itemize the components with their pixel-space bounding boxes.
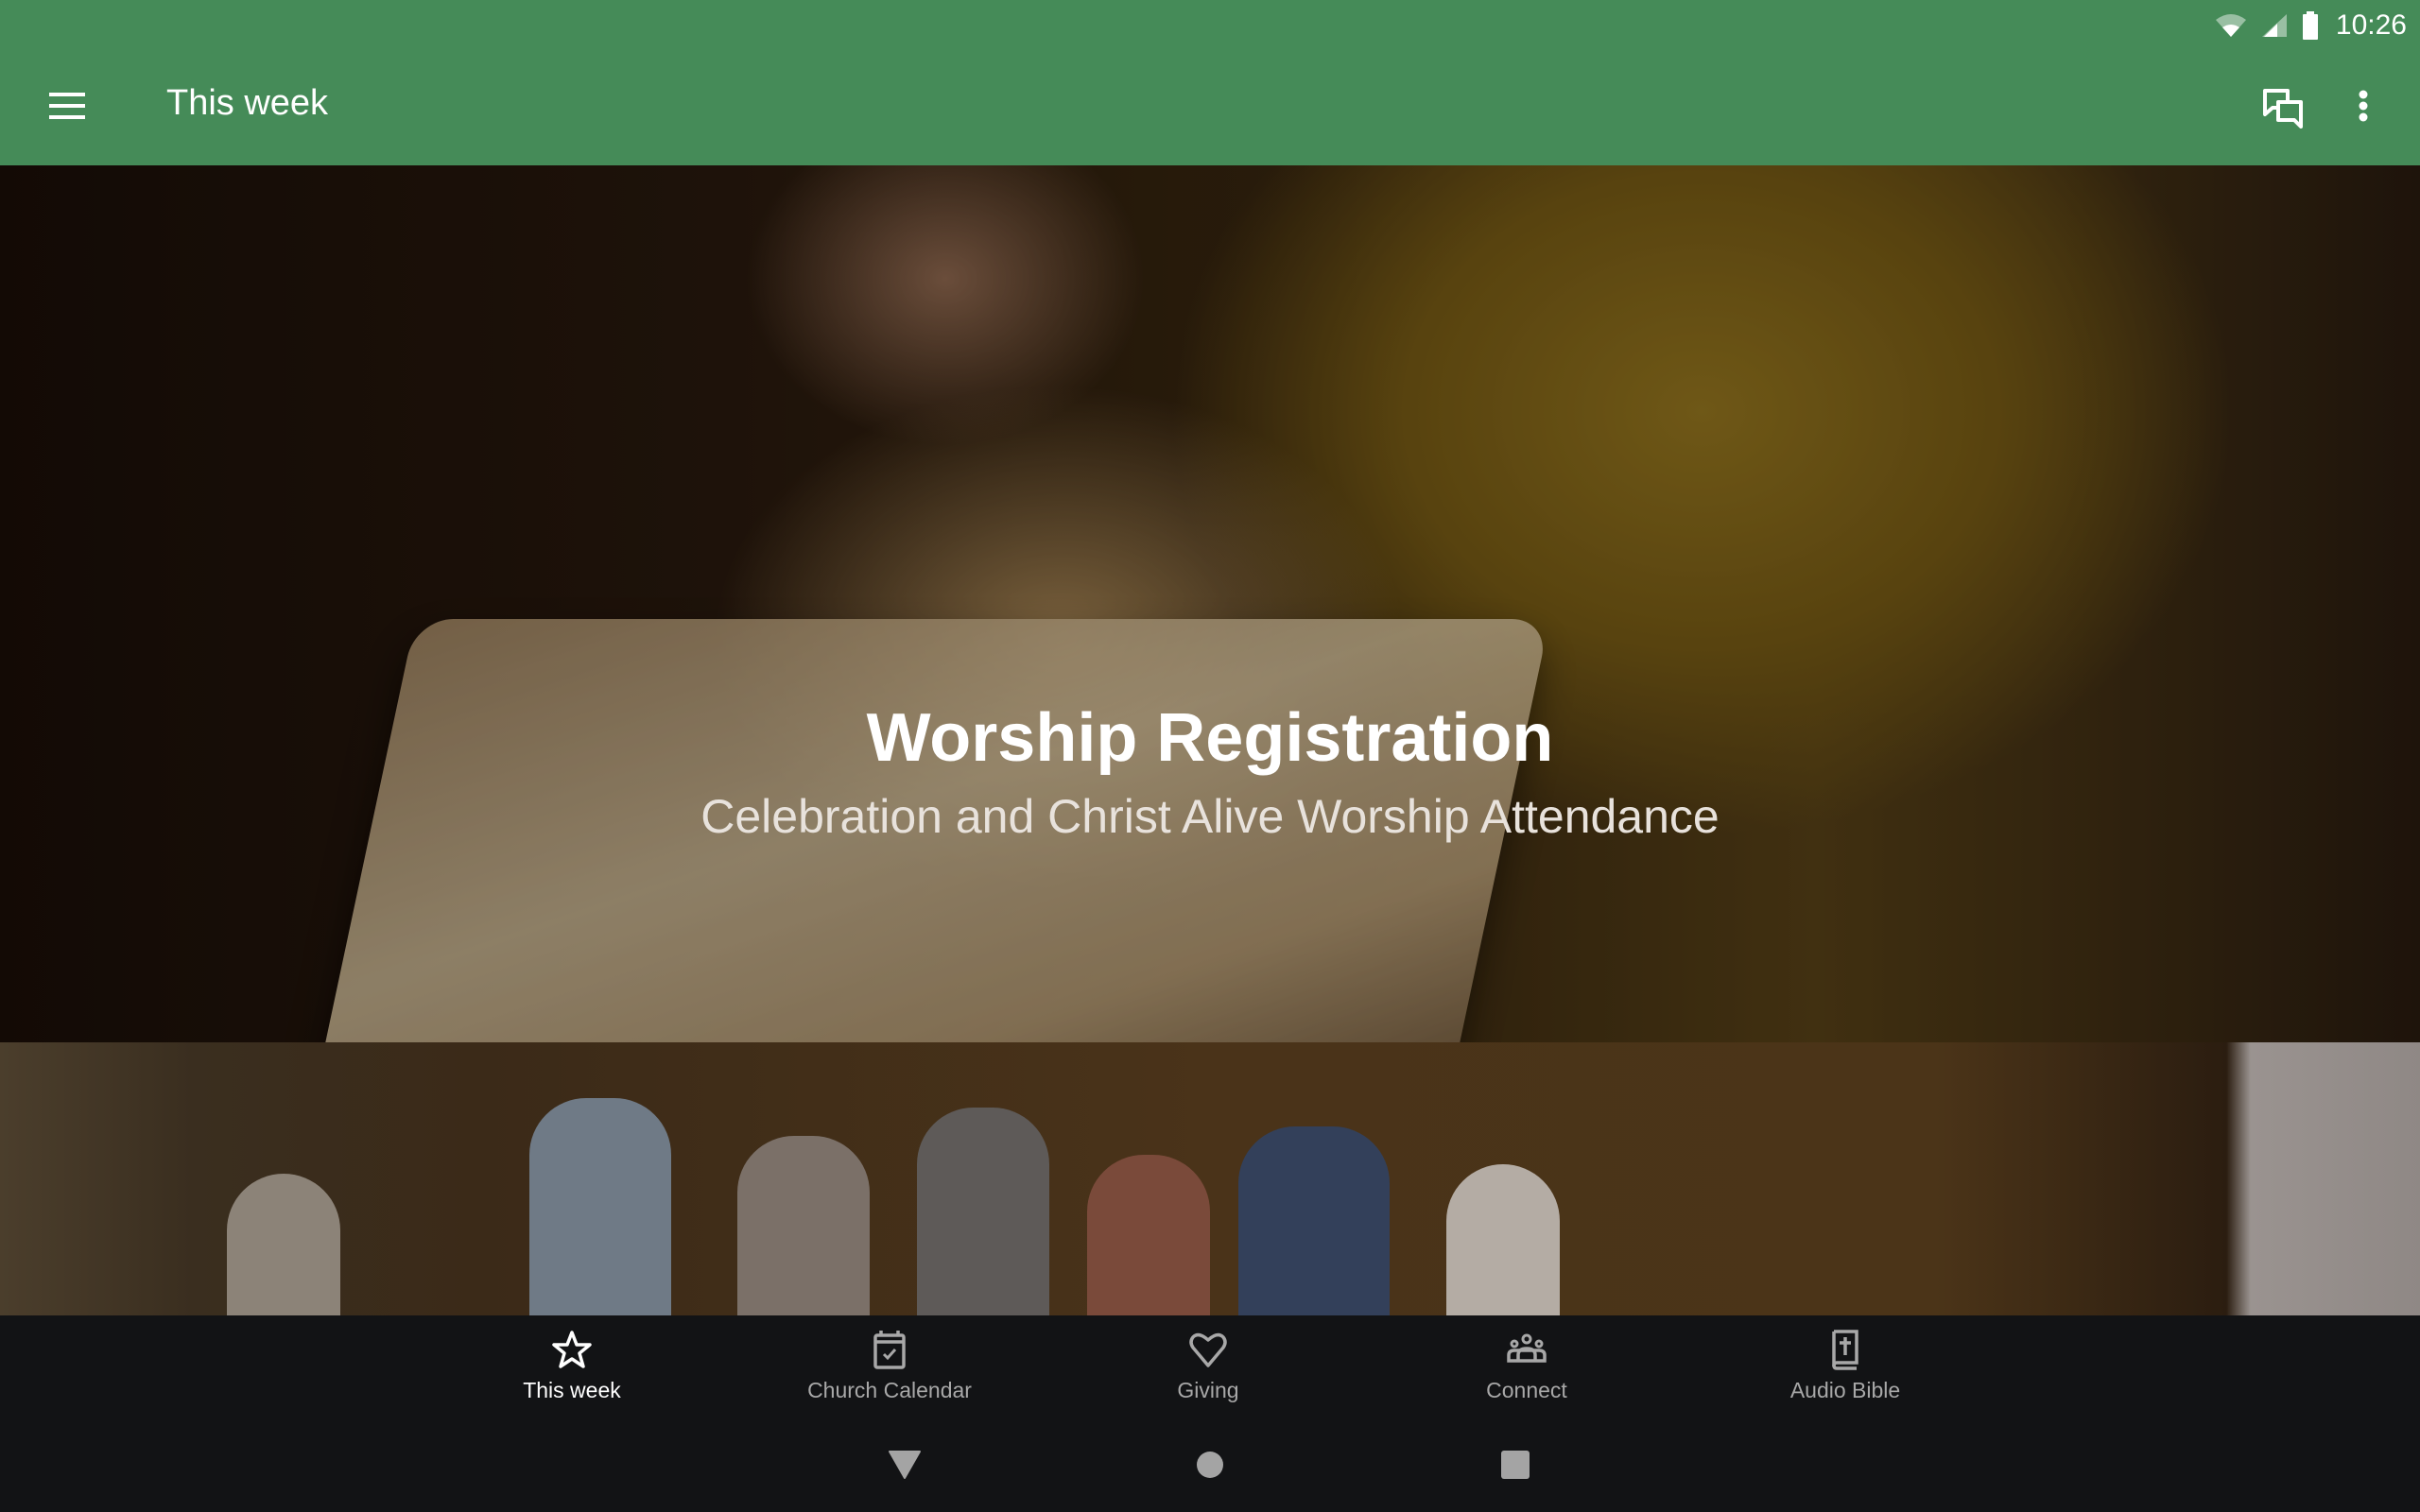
app-bar: 10:26 This week — [0, 0, 2420, 165]
choir-figure — [737, 1136, 870, 1315]
hero-subtitle: Celebration and Christ Alive Worship Att… — [700, 790, 1720, 843]
nav-label: Audio Bible — [1789, 1378, 1901, 1402]
hero-title: Worship Registration — [866, 700, 1554, 776]
back-triangle-icon — [889, 1451, 921, 1479]
status-bar: 10:26 — [2215, 6, 2407, 45]
nav-label: Church Calendar — [807, 1378, 972, 1402]
choir-figure — [227, 1174, 340, 1315]
choir-figure — [1087, 1155, 1210, 1315]
nav-church-calendar[interactable]: Church Calendar — [757, 1329, 1022, 1414]
heart-icon — [1189, 1332, 1227, 1367]
chat-button[interactable] — [2259, 85, 2307, 132]
nav-label: Giving — [1177, 1378, 1239, 1402]
calendar-check-icon — [873, 1331, 906, 1369]
recents-square-icon — [1501, 1451, 1530, 1479]
nav-giving[interactable]: Giving — [1076, 1329, 1340, 1414]
bottom-navigation: This week Church Calendar Giving Connect — [0, 1315, 2420, 1418]
home-button[interactable] — [1191, 1446, 1229, 1484]
back-button[interactable] — [886, 1446, 924, 1484]
choir-image-card[interactable] — [0, 1042, 2420, 1315]
choir-figure — [529, 1098, 671, 1315]
recents-button[interactable] — [1496, 1446, 1534, 1484]
page-title: This week — [166, 83, 329, 123]
nav-label: This week — [523, 1378, 621, 1402]
nav-this-week[interactable]: This week — [440, 1329, 704, 1414]
home-circle-icon — [1197, 1452, 1223, 1478]
wifi-icon — [2215, 14, 2246, 37]
group-icon — [1507, 1333, 1547, 1363]
choir-figure — [1446, 1164, 1560, 1315]
more-vert-icon — [2359, 90, 2368, 122]
status-time: 10:26 — [2335, 9, 2407, 41]
battery-icon — [2302, 11, 2318, 40]
nav-audio-bible[interactable]: Audio Bible — [1713, 1329, 1978, 1414]
star-icon — [552, 1331, 592, 1368]
nav-connect[interactable]: Connect — [1394, 1329, 1659, 1414]
worship-registration-card[interactable]: Worship Registration Celebration and Chr… — [0, 165, 2420, 1042]
system-navigation-bar — [0, 1418, 2420, 1512]
cell-signal-icon — [2261, 14, 2287, 37]
hamburger-menu-icon[interactable] — [49, 87, 87, 125]
choir-figure — [1238, 1126, 1390, 1315]
more-options-button[interactable] — [2346, 85, 2380, 132]
bible-icon — [1832, 1330, 1858, 1370]
choir-figure — [917, 1108, 1049, 1315]
chat-bubbles-icon — [2263, 89, 2303, 129]
nav-label: Connect — [1486, 1378, 1567, 1402]
